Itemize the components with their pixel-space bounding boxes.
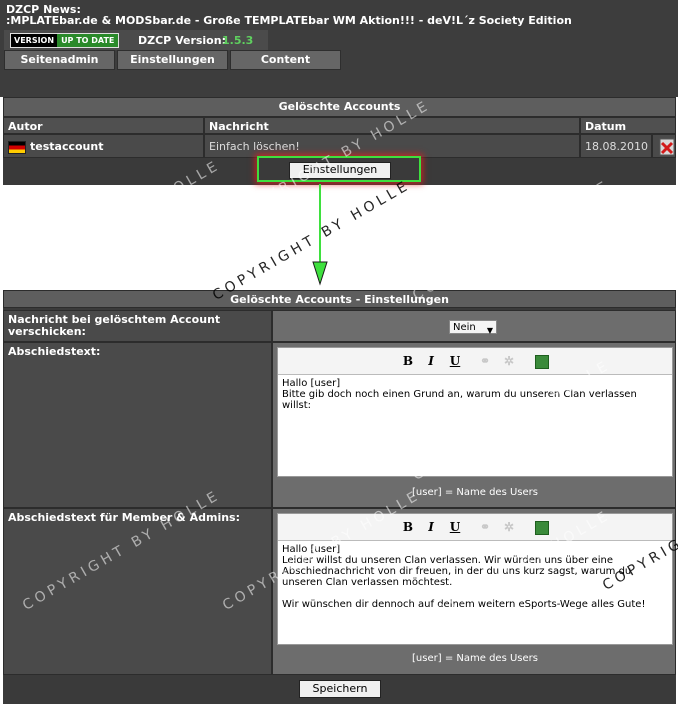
admin-nav: Seitenadmin Einstellungen Content [4,50,343,70]
italic-button[interactable]: I [424,520,438,534]
underline-button[interactable]: U [448,354,462,368]
version-badge: VERSION UP TO DATE [10,33,120,48]
column-header-datum: Datum [580,117,676,134]
unlink-icon[interactable]: ✲ [502,520,516,534]
image-insert-icon[interactable] [535,355,549,369]
link-icon[interactable]: ⚭ [478,354,492,368]
table-row-author[interactable]: testaccount [3,134,204,158]
nav-seitenadmin[interactable]: Seitenadmin [4,50,115,70]
delete-icon[interactable] [657,136,677,158]
unlink-icon[interactable]: ✲ [502,354,516,368]
nav-einstellungen[interactable]: Einstellungen [117,50,228,70]
table-row-message: Einfach löschen! [204,134,580,158]
table-row-date: 18.08.2010 [580,134,652,158]
link-icon[interactable]: ⚭ [478,520,492,534]
version-badge-right: UP TO DATE [57,34,119,47]
dzcp-version-value: 1.5.3 [222,34,254,47]
version-strip: VERSION UP TO DATE DZCP Version: 1.5.3 [4,30,268,50]
farewell-editor: B I U ⚭ ✲ Hallo [user] Bitte gib doch no… [277,347,673,477]
top-bar: DZCP News: :MPLATEbar.de & MODSbar.de - … [0,0,678,97]
watermark: COPYRIGHT BY HOLLE [410,177,614,304]
author-name: testaccount [30,140,104,153]
farewell-hint: [user] = Name des Users [412,487,538,498]
farewell-cell: B I U ⚭ ✲ Hallo [user] Bitte gib doch no… [272,342,676,508]
version-badge-left: VERSION [11,34,58,47]
send-message-label: Nachricht bei gelöschtem Account verschi… [3,310,272,342]
save-button[interactable]: Speichern [299,680,381,698]
settings-title: Gelöschte Accounts - Einstellungen [3,290,676,308]
flag-icon [8,140,26,154]
nav-content[interactable]: Content [230,50,341,70]
farewell-textarea[interactable]: Hallo [user] Bitte gib doch noch einen G… [278,375,672,414]
send-message-value: Nein [453,322,476,333]
dzcp-version-label: DZCP Version: [138,34,226,47]
deleted-accounts-title: Gelöschte Accounts [3,97,676,117]
news-ticker[interactable]: :MPLATEbar.de & MODSbar.de - Große TEMPL… [6,14,572,27]
bold-button[interactable]: B [401,354,415,368]
farewell-members-hint: [user] = Name des Users [412,653,538,664]
bold-button[interactable]: B [401,520,415,534]
send-message-select[interactable]: Nein ▼ [449,320,497,335]
underline-button[interactable]: U [448,520,462,534]
column-header-autor: Autor [3,117,204,134]
settings-panel: Gelöschte Accounts - Einstellungen Nachr… [3,290,676,704]
dropdown-caret-icon: ▼ [486,326,493,335]
farewell-label: Abschiedstext: [3,342,272,508]
send-message-cell: Nein ▼ [272,310,676,342]
italic-button[interactable]: I [424,354,438,368]
image-insert-icon[interactable] [535,521,549,535]
